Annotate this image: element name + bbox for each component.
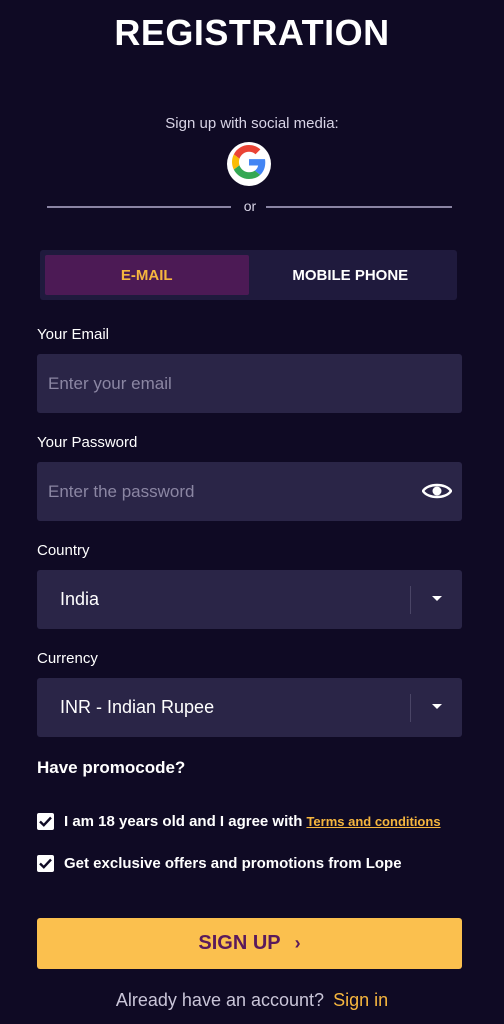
tab-email[interactable]: E-MAIL <box>45 255 249 295</box>
sign-in-prompt: Already have an account? Sign in <box>0 990 504 1011</box>
currency-select[interactable]: INR - Indian Rupee <box>37 678 462 737</box>
divider-line-right <box>266 206 452 208</box>
social-caption: Sign up with social media: <box>165 115 339 132</box>
check-icon <box>39 858 52 869</box>
currency-label: Currency <box>37 650 98 667</box>
select-separator <box>410 694 411 722</box>
age-agreement-row: I am 18 years old and I agree with Terms… <box>37 813 441 830</box>
signup-method-tabs: E-MAIL MOBILE PHONE <box>40 250 457 300</box>
email-label: Your Email <box>37 326 109 343</box>
offers-label: Get exclusive offers and promotions from… <box>64 855 402 872</box>
sign-in-link[interactable]: Sign in <box>333 990 388 1010</box>
age-agreement-label: I am 18 years old and I agree with <box>64 813 303 830</box>
page-title: REGISTRATION <box>114 12 390 53</box>
email-field-container <box>37 354 462 413</box>
terms-link[interactable]: Terms and conditions <box>306 814 440 829</box>
chevron-right-icon: › <box>294 933 301 953</box>
country-select[interactable]: India <box>37 570 462 629</box>
promocode-toggle[interactable]: Have promocode? <box>37 758 185 778</box>
country-label: Country <box>37 542 90 559</box>
tab-mobile-phone[interactable]: MOBILE PHONE <box>249 255 453 295</box>
google-icon <box>232 144 266 184</box>
country-value: India <box>60 589 100 609</box>
google-signup-button[interactable] <box>227 142 271 186</box>
registration-page: REGISTRATION Sign up with social media: … <box>0 0 504 1024</box>
divider-or: or <box>243 198 257 214</box>
divider-line-left <box>47 206 231 208</box>
age-checkbox[interactable] <box>37 813 54 830</box>
offers-checkbox[interactable] <box>37 855 54 872</box>
sign-in-text: Already have an account? <box>115 990 325 1010</box>
caret-down-icon <box>432 596 442 601</box>
sign-up-label: SIGN UP <box>198 932 281 954</box>
eye-icon[interactable] <box>421 478 453 504</box>
password-label: Your Password <box>37 434 138 451</box>
caret-down-icon <box>432 704 442 709</box>
currency-value: INR - Indian Rupee <box>60 697 215 717</box>
password-field[interactable] <box>37 462 462 521</box>
sign-up-button[interactable]: SIGN UP › <box>37 918 462 969</box>
offers-row: Get exclusive offers and promotions from… <box>37 855 402 872</box>
password-field-container <box>37 462 462 521</box>
select-separator <box>410 586 411 614</box>
email-field[interactable] <box>37 354 462 413</box>
check-icon <box>39 816 52 827</box>
